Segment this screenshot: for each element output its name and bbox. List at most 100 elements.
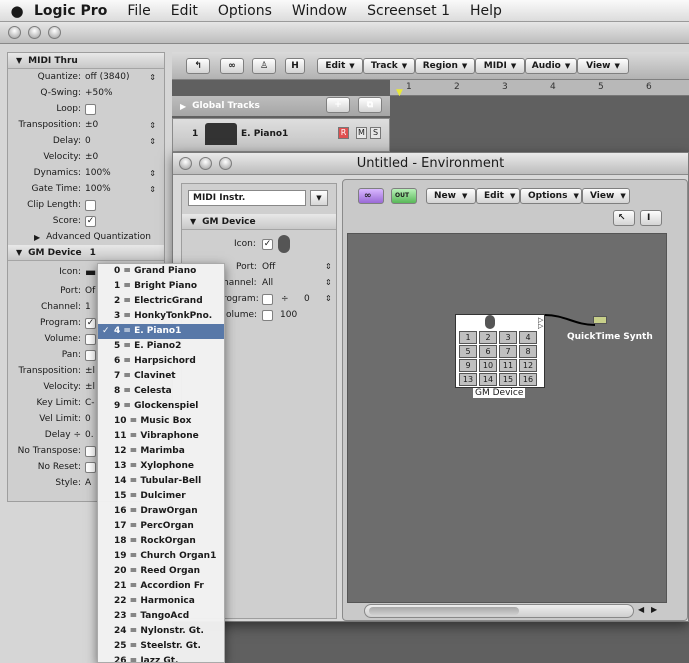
playhead-icon[interactable]: ▼	[396, 88, 403, 98]
env-icon-checkbox[interactable]: ✓	[262, 239, 273, 250]
channel-pad[interactable]: 2	[479, 331, 497, 344]
channel-pad[interactable]: 16	[519, 373, 537, 386]
program-menu-item[interactable]: 5 = E. Piano2	[98, 339, 224, 354]
track-name[interactable]: E. Piano1	[241, 129, 288, 139]
menu-logic-pro[interactable]: Logic Pro	[34, 3, 107, 19]
menu-file[interactable]: File	[127, 3, 150, 19]
channel-pad[interactable]: 4	[519, 331, 537, 344]
param-value[interactable]: Of	[85, 286, 95, 296]
back-button[interactable]: ↰	[186, 58, 210, 74]
param-transposition[interactable]: Transposition: ±0 ⇕	[8, 117, 164, 133]
program-menu-item[interactable]: ✓ 4 = E. Piano1	[98, 324, 224, 339]
gm-device-header[interactable]: ▼ GM Device 1	[8, 245, 164, 261]
program-menu-item[interactable]: 10 = Music Box	[98, 414, 224, 429]
param-velocity[interactable]: Velocity: ±0	[8, 149, 164, 165]
param-value[interactable]: ±l	[85, 382, 95, 392]
close-window-button[interactable]	[179, 157, 192, 170]
env-program-value[interactable]: 0	[304, 294, 310, 304]
loop-checkbox[interactable]	[85, 103, 96, 115]
pointer-tool-icon[interactable]: ↖	[613, 210, 635, 226]
program-menu-item[interactable]: 9 = Glockenspiel	[98, 399, 224, 414]
param-value[interactable]: +50%	[85, 88, 113, 98]
zoom-window-button[interactable]	[48, 26, 61, 39]
param-gate-time[interactable]: Gate Time: 100% ⇕	[8, 181, 164, 197]
program-menu-item[interactable]: 21 = Accordion Fr	[98, 579, 224, 594]
global-tracks-header[interactable]: ▶ Global Tracks + ⧉	[172, 96, 390, 116]
param-value[interactable]: off (3840)	[85, 72, 130, 82]
hide-button[interactable]: H	[285, 58, 305, 74]
volume-checkbox[interactable]	[85, 333, 96, 345]
toolbar-midi-menu[interactable]: MIDI ▼	[475, 58, 525, 74]
menu-help[interactable]: Help	[470, 3, 502, 19]
program-menu-item[interactable]: 0 = Grand Piano	[98, 264, 224, 279]
minimize-window-button[interactable]	[28, 26, 41, 39]
param-value[interactable]: 100%	[85, 184, 111, 194]
disclosure-open-icon[interactable]: ▼	[16, 248, 22, 257]
score-checkbox[interactable]: ✓	[85, 215, 96, 227]
program-checkbox[interactable]: ✓	[85, 317, 96, 329]
param-quantize[interactable]: Quantize: off (3840) ⇕	[8, 69, 164, 85]
program-menu-item[interactable]: 1 = Bright Piano	[98, 279, 224, 294]
env-volume-checkbox[interactable]	[262, 310, 273, 321]
channel-pad[interactable]: 8	[519, 345, 537, 358]
program-menu-item[interactable]: 3 = HonkyTonkPno.	[98, 309, 224, 324]
scroll-thumb[interactable]	[369, 607, 519, 615]
env-volume-value[interactable]: 100	[280, 310, 297, 320]
program-menu-item[interactable]: 25 = Steelstr. Gt.	[98, 639, 224, 654]
stepper-icon[interactable]: ⇕	[149, 137, 156, 146]
clip-length-checkbox[interactable]	[85, 199, 96, 211]
minimize-window-button[interactable]	[199, 157, 212, 170]
env-gm-section-header[interactable]: ▼ GM Device	[182, 214, 336, 230]
toolbar-track-menu[interactable]: Track ▼	[363, 58, 415, 74]
channel-pad[interactable]: 13	[459, 373, 477, 386]
toolbar-region-menu[interactable]: Region ▼	[415, 58, 475, 74]
channel-pad[interactable]: 3	[499, 331, 517, 344]
stepper-icon[interactable]: ⇕	[325, 294, 332, 303]
param-value[interactable]: 100%	[85, 168, 111, 178]
program-menu-item[interactable]: 26 = Jazz Gt.	[98, 654, 224, 662]
channel-pad[interactable]: 7	[499, 345, 517, 358]
stepper-icon[interactable]: ⇕	[149, 185, 156, 194]
env-program-checkbox[interactable]	[262, 294, 273, 305]
program-menu-item[interactable]: 13 = Xylophone	[98, 459, 224, 474]
program-menu-item[interactable]: 23 = TangoAcd	[98, 609, 224, 624]
scroll-left-icon[interactable]: ◀	[638, 605, 644, 614]
channel-pad[interactable]: 5	[459, 345, 477, 358]
env-view-menu[interactable]: View ▼	[582, 188, 630, 204]
menu-edit[interactable]: Edit	[171, 3, 198, 19]
speaker-icon[interactable]	[593, 316, 607, 324]
channel-pad[interactable]: 14	[479, 373, 497, 386]
disclosure-closed-icon[interactable]: ▶	[180, 102, 186, 111]
toolbar-audio-menu[interactable]: Audio ▼	[525, 58, 577, 74]
link-icon[interactable]: ∞	[358, 188, 384, 204]
pan-checkbox[interactable]	[85, 349, 96, 361]
param-qswing[interactable]: Q-Swing: +50%	[8, 85, 164, 101]
scroll-right-icon[interactable]: ▶	[651, 605, 657, 614]
env-options-menu[interactable]: Options ▼	[520, 188, 582, 204]
param-delay[interactable]: Delay: 0 ⇕	[8, 133, 164, 149]
param-dynamics[interactable]: Dynamics: 100% ⇕	[8, 165, 164, 181]
quicktime-synth-label[interactable]: QuickTime Synth	[567, 332, 653, 342]
stepper-icon[interactable]: ⇕	[149, 121, 156, 130]
channel-pad[interactable]: 1	[459, 331, 477, 344]
layer-dropdown-icon[interactable]: ▼	[310, 190, 328, 206]
toolbar-edit-menu[interactable]: Edit ▼	[317, 58, 363, 74]
gm-device-name[interactable]: GM Device	[473, 388, 526, 398]
disclosure-open-icon[interactable]: ▼	[16, 56, 22, 65]
channel-pad[interactable]: 15	[499, 373, 517, 386]
text-tool-icon[interactable]: I	[640, 210, 662, 226]
bar-ruler[interactable]: 1 2 3 4 5 6 ▼	[390, 80, 689, 98]
program-menu-item[interactable]: 12 = Marimba	[98, 444, 224, 459]
program-menu-item[interactable]: 22 = Harmonica	[98, 594, 224, 609]
stepper-icon[interactable]: ⇕	[149, 169, 156, 178]
program-menu-item[interactable]: 15 = Dulcimer	[98, 489, 224, 504]
param-value[interactable]: 0	[85, 136, 91, 146]
program-menu-item[interactable]: 19 = Church Organ1	[98, 549, 224, 564]
program-menu-item[interactable]: 11 = Vibraphone	[98, 429, 224, 444]
menu-window[interactable]: Window	[292, 3, 347, 19]
channel-pad[interactable]: 9	[459, 359, 477, 372]
grand-piano-icon[interactable]	[205, 123, 237, 145]
horizontal-scrollbar[interactable]	[364, 604, 634, 618]
instrument-icon[interactable]	[278, 235, 290, 253]
apple-menu-icon[interactable]: ●	[0, 2, 34, 20]
